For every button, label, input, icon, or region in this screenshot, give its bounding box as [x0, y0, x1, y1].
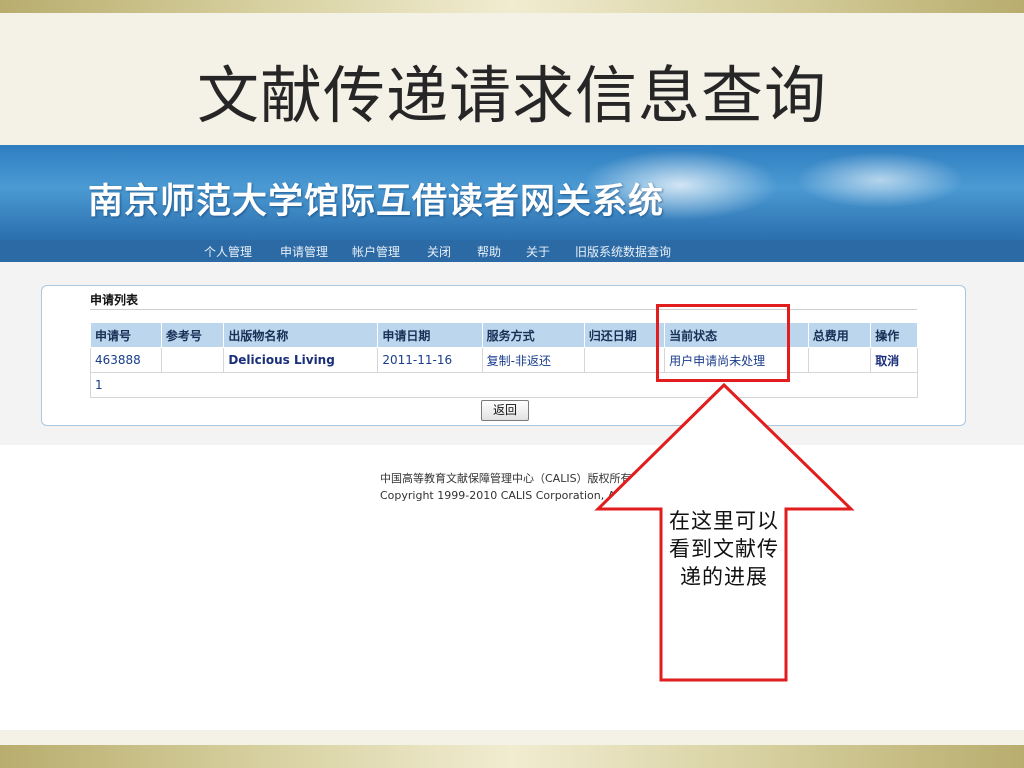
callout-arrow [594, 382, 855, 682]
callout-text: 在这里可以看到文献传递的进展 [669, 509, 779, 589]
bottom-decor-band [0, 745, 1024, 768]
